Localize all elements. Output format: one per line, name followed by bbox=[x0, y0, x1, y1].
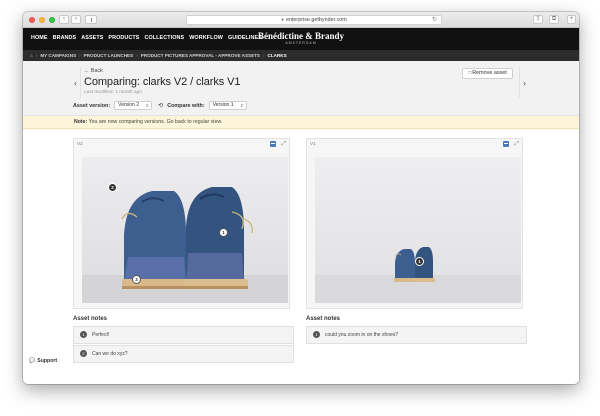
previous-asset-arrow-icon[interactable]: ‹ bbox=[71, 67, 81, 98]
panel-header: V1 ⤢ bbox=[307, 139, 522, 149]
compare-icon: ⟲ bbox=[158, 103, 164, 109]
history-buttons: ‹ › bbox=[59, 15, 81, 24]
breadcrumb-item-launches[interactable]: PRODUCT LAUNCHES bbox=[84, 53, 134, 58]
note-number: 2 bbox=[80, 350, 87, 357]
brand-name: Bénédictine & Brandy bbox=[257, 31, 344, 41]
panel-version-label: V1 bbox=[310, 141, 316, 146]
asset-version-label: Asset version: bbox=[73, 102, 111, 109]
panel-version-label: V2 bbox=[77, 141, 83, 146]
lock-icon: ● bbox=[281, 17, 284, 22]
annotation-marker[interactable]: 2 bbox=[108, 183, 117, 192]
note-item[interactable]: 2 Can we do xyz? bbox=[73, 345, 294, 363]
remove-asset-button[interactable]: □Remove asset bbox=[462, 68, 513, 79]
select-caret-icon: ⇕ bbox=[145, 103, 150, 108]
brand-subtitle: AMSTERDAM bbox=[285, 41, 317, 45]
breadcrumb-item-current: CLARKS bbox=[267, 53, 287, 58]
breadcrumb-separator: › bbox=[136, 53, 138, 58]
app-navbar: HOME BRANDS ASSETS PRODUCTS COLLECTIONS … bbox=[23, 28, 579, 50]
note-text: Perfect! bbox=[92, 332, 110, 338]
remove-asset-label: Remove asset bbox=[472, 70, 507, 76]
reload-icon[interactable]: ↻ bbox=[432, 16, 437, 24]
asset-notes-title-v1: Asset notes bbox=[306, 316, 341, 322]
close-window-button[interactable] bbox=[29, 17, 35, 23]
tabs-overview-icon[interactable]: ⧉ bbox=[549, 15, 559, 24]
version-panel-v2: V2 ⤢ 2 1 3 bbox=[73, 138, 290, 309]
asset-version-value: Version 2 bbox=[118, 102, 140, 108]
browser-back-button[interactable]: ‹ bbox=[59, 15, 69, 24]
notice-label: Note: bbox=[74, 119, 88, 125]
support-label: Support bbox=[37, 358, 58, 364]
sidebar-toggle-icon[interactable] bbox=[85, 15, 97, 24]
panel-header: V2 ⤢ bbox=[74, 139, 289, 149]
browser-toolbar: ‹ › ● enterprise.getbynder.com ↻ ⇪ ⧉ + bbox=[23, 12, 579, 28]
share-icon[interactable]: ⇪ bbox=[533, 15, 543, 24]
annotation-marker[interactable]: 1 bbox=[219, 228, 228, 237]
support-button[interactable]: 💬 Support bbox=[29, 358, 57, 364]
expand-icon[interactable]: ⤢ bbox=[281, 139, 286, 149]
breadcrumb-separator: › bbox=[263, 53, 265, 58]
note-item[interactable]: 1 Perfect! bbox=[73, 326, 294, 344]
annotation-marker[interactable]: 3 bbox=[132, 275, 141, 284]
compare-notice-banner: Note: You are now comparing versions. Go… bbox=[23, 116, 579, 129]
asset-image-v1[interactable]: 1 bbox=[315, 157, 521, 303]
fullscreen-window-button[interactable] bbox=[49, 17, 55, 23]
minimize-window-button[interactable] bbox=[39, 17, 45, 23]
note-item[interactable]: 1 could you zoom in on the shoes? bbox=[306, 326, 527, 344]
breadcrumb-item-approval[interactable]: PRODUCT PICTURES APPROVAL - APPROVE ASSE… bbox=[141, 53, 260, 58]
expand-icon[interactable]: ⤢ bbox=[514, 139, 519, 149]
browser-window: ‹ › ● enterprise.getbynder.com ↻ ⇪ ⧉ + HO… bbox=[23, 12, 579, 384]
list-view-icon[interactable] bbox=[503, 141, 509, 148]
compare-version-select[interactable]: Version 1 ⇕ bbox=[208, 101, 247, 110]
url-text: enterprise.getbynder.com bbox=[285, 17, 347, 23]
note-number: 1 bbox=[80, 331, 87, 338]
compare-content: V2 ⤢ 2 1 3 V1 ⤢ 1 Asset notes Asset note… bbox=[23, 129, 579, 384]
chat-icon: 💬 bbox=[29, 358, 36, 364]
asset-header: ‹ ← Back Comparing: clarks V2 / clarks V… bbox=[23, 61, 579, 116]
trash-icon: □ bbox=[468, 70, 472, 76]
compare-version-value: Version 1 bbox=[212, 102, 234, 108]
breadcrumb: ⌂ › MY CAMPAIGNS › PRODUCT LAUNCHES › PR… bbox=[23, 50, 579, 61]
breadcrumb-separator: › bbox=[79, 53, 81, 58]
breadcrumb-separator: › bbox=[35, 53, 38, 58]
browser-forward-button[interactable]: › bbox=[71, 15, 81, 24]
window-controls bbox=[29, 17, 55, 23]
compare-with-label: Compare with: bbox=[167, 102, 205, 109]
shoes-wide-image bbox=[315, 157, 521, 303]
last-modified-text: Last modified: 1 month ago bbox=[84, 90, 142, 95]
asset-version-select[interactable]: Version 2 ⇕ bbox=[114, 101, 153, 110]
list-view-icon[interactable] bbox=[270, 141, 276, 148]
version-selectors: Asset version: Version 2 ⇕ ⟲ Compare wit… bbox=[73, 101, 247, 110]
note-number: 1 bbox=[313, 331, 320, 338]
breadcrumb-item-campaigns[interactable]: MY CAMPAIGNS bbox=[40, 53, 76, 58]
select-caret-icon: ⇕ bbox=[239, 103, 244, 108]
new-tab-button[interactable]: + bbox=[567, 15, 576, 24]
note-text: Can we do xyz? bbox=[92, 351, 128, 357]
page-title: Comparing: clarks V2 / clarks V1 bbox=[84, 76, 241, 88]
home-icon[interactable]: ⌂ bbox=[30, 53, 33, 58]
version-panel-v1: V1 ⤢ 1 bbox=[306, 138, 523, 309]
asset-notes-title-v2: Asset notes bbox=[73, 316, 108, 322]
next-asset-arrow-icon[interactable]: › bbox=[519, 67, 529, 98]
note-text: could you zoom in on the shoes? bbox=[325, 332, 399, 338]
back-link[interactable]: ← Back bbox=[84, 68, 103, 74]
shoes-closeup-image bbox=[82, 157, 288, 303]
notice-text[interactable]: You are now comparing versions. Go back … bbox=[89, 119, 223, 125]
asset-image-v2[interactable]: 2 1 3 bbox=[82, 157, 288, 303]
brand-logo[interactable]: Bénédictine & Brandy AMSTERDAM bbox=[23, 31, 579, 46]
annotation-marker[interactable]: 1 bbox=[415, 257, 424, 266]
address-bar[interactable]: ● enterprise.getbynder.com ↻ bbox=[186, 15, 442, 25]
